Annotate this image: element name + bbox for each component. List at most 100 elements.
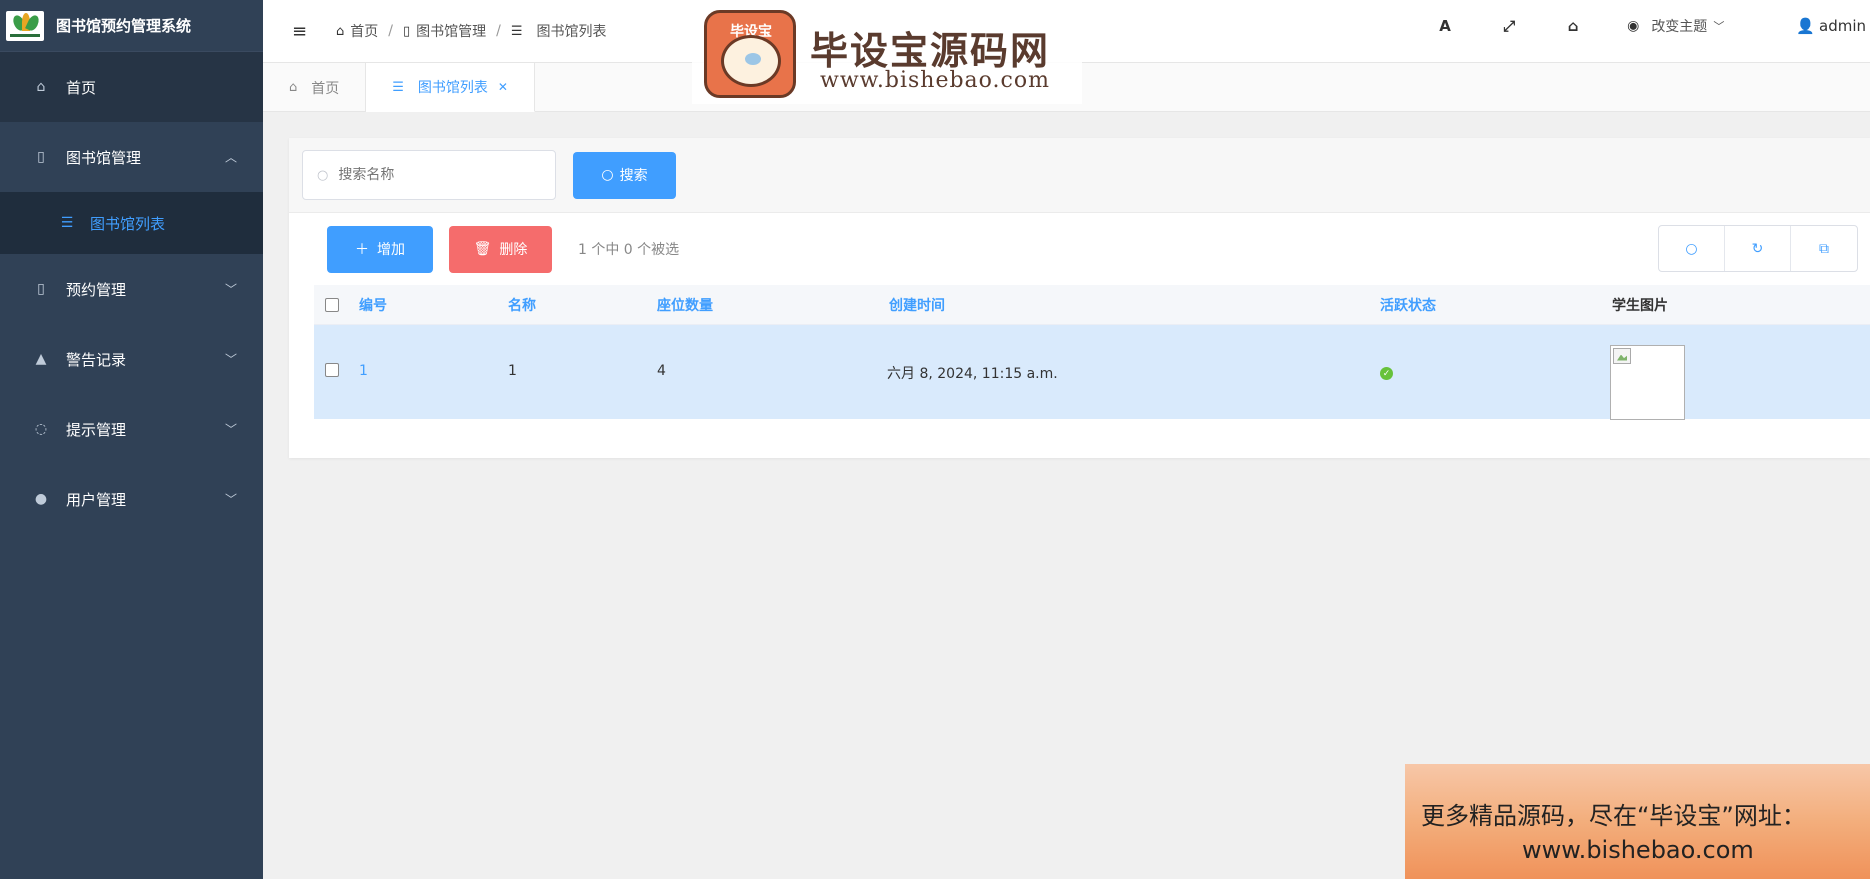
search-icon: ○: [601, 167, 614, 183]
mascot-eye: [745, 53, 761, 65]
chevron-down-icon: ﹀: [224, 492, 237, 507]
refresh-button[interactable]: ↻: [1725, 226, 1791, 271]
app-logo-area: 图书馆预约管理系统: [0, 0, 263, 52]
breadcrumb-item-library-list: 图书馆列表: [536, 24, 607, 40]
content-card: ○ ○ 搜索 ＋ 增加 🗑 删除 1 个中 0 个被选 ○ ↻ ⧉ 编号 名称 …: [289, 138, 1870, 458]
sidebar-item-home[interactable]: ⌂ 首页: [0, 52, 263, 122]
submenu-library-management: ☰ 图书馆列表: [0, 192, 263, 254]
fullscreen-icon[interactable]: ⤢: [1477, 17, 1541, 35]
app-title: 图书馆预约管理系统: [56, 17, 192, 35]
font-size-icon[interactable]: A: [1413, 17, 1477, 35]
user-icon: 👤: [1796, 17, 1815, 35]
sidebar-item-library-management[interactable]: ▯ 图书馆管理 ︿: [0, 122, 263, 192]
search-input[interactable]: [338, 167, 539, 183]
breadcrumb-separator: /: [388, 23, 393, 39]
chevron-down-icon: ﹀: [224, 422, 237, 437]
search-button[interactable]: ○ 搜索: [573, 151, 676, 199]
add-button[interactable]: ＋ 增加: [327, 225, 433, 273]
column-header-name[interactable]: 名称: [508, 295, 536, 315]
watermark-banner-line1: 更多精品源码，尽在“毕设宝”网址：: [1421, 802, 1806, 830]
sidebar: 图书馆预约管理系统 ⌂ 首页 ▯ 图书馆管理 ︿ ☰ 图书馆列表 ▯ 预约管理 …: [0, 0, 263, 879]
delete-button[interactable]: 🗑 删除: [449, 225, 552, 273]
tab-home[interactable]: ⌂ 首页: [263, 63, 367, 112]
user-settings-icon: ●: [34, 491, 48, 507]
row-name: 1: [508, 363, 517, 379]
breadcrumb-separator: /: [496, 23, 501, 39]
hamburger-menu-icon[interactable]: ≡: [292, 21, 310, 42]
search-toggle-button[interactable]: ○: [1659, 226, 1725, 271]
row-seats: 4: [657, 363, 666, 379]
tab-library-list[interactable]: ☰ 图书馆列表 ✕: [366, 63, 535, 112]
breadcrumb: ⌂ 首页 / ▯ 图书馆管理 / ☰ 图书馆列表: [336, 21, 607, 41]
palette-icon: ◉: [1627, 18, 1640, 34]
broken-image-icon: [1613, 347, 1631, 364]
watermark-logo: 毕设宝 毕设宝源码网 www.bishebao.com: [692, 6, 1082, 104]
student-image[interactable]: [1610, 344, 1685, 420]
chevron-down-icon: ﹀: [1713, 20, 1725, 33]
watermark-banner: 更多精品源码，尽在“毕设宝”网址： www.bishebao.com: [1405, 764, 1870, 879]
sidebar-item-label: 提示管理: [66, 420, 127, 439]
home-icon: ⌂: [289, 80, 298, 95]
sidebar-item-reservation-management[interactable]: ▯ 预约管理 ﹀: [0, 254, 263, 324]
sidebar-item-label: 图书馆管理: [66, 148, 142, 167]
search-field[interactable]: ○: [302, 150, 556, 200]
home-icon[interactable]: ⌂: [1541, 17, 1605, 35]
user-menu[interactable]: 👤 admin: [1796, 17, 1866, 35]
column-header-seats[interactable]: 座位数量: [657, 295, 713, 315]
table-header: 编号 名称 座位数量 创建时间 活跃状态 学生图片: [314, 285, 1870, 325]
search-bar: ○ ○ 搜索: [289, 138, 1870, 213]
sidebar-item-label: 预约管理: [66, 280, 127, 299]
refresh-icon: ↻: [1751, 240, 1764, 257]
column-header-created[interactable]: 创建时间: [889, 295, 945, 315]
export-button[interactable]: ⧉: [1791, 226, 1857, 271]
search-button-label: 搜索: [619, 168, 648, 184]
comment-icon: ◌: [34, 421, 48, 437]
sidebar-item-library-list[interactable]: ☰ 图书馆列表: [0, 192, 263, 254]
watermark-badge: 毕设宝: [704, 10, 796, 98]
search-icon: ○: [1685, 240, 1698, 257]
theme-label: 改变主题: [1651, 19, 1708, 35]
sidebar-item-label: 警告记录: [66, 350, 127, 369]
trash-icon: 🗑: [473, 241, 492, 257]
list-icon: ☰: [392, 79, 404, 95]
breadcrumb-item-library-management[interactable]: 图书馆管理: [416, 21, 486, 41]
file-icon: ▯: [402, 23, 411, 39]
sidebar-item-user-management[interactable]: ● 用户管理 ﹀: [0, 464, 263, 534]
topbar-actions: A ⤢ ⌂ ◉ 改变主题 ﹀ 👤 admin: [1413, 0, 1870, 52]
table-tools: ○ ↻ ⧉: [1658, 225, 1858, 272]
column-header-image: 学生图片: [1612, 298, 1668, 314]
list-icon: ☰: [60, 215, 74, 231]
sidebar-item-notice-management[interactable]: ◌ 提示管理 ﹀: [0, 394, 263, 464]
data-table: 编号 名称 座位数量 创建时间 活跃状态 学生图片 1 1 4 六月 8, 20…: [314, 285, 1870, 420]
sidebar-item-warning-records[interactable]: ▲ 警告记录 ﹀: [0, 324, 263, 394]
action-toolbar: ＋ 增加 🗑 删除 1 个中 0 个被选 ○ ↻ ⧉: [289, 213, 1870, 285]
row-id-link[interactable]: 1: [359, 363, 368, 379]
sidebar-item-label: 用户管理: [66, 490, 127, 509]
selection-info: 1 个中 0 个被选: [578, 242, 680, 258]
plus-icon: ＋: [355, 242, 369, 258]
sidebar-item-label: 图书馆列表: [90, 214, 166, 233]
home-icon: ⌂: [336, 23, 345, 39]
select-all-checkbox[interactable]: [325, 298, 339, 312]
row-checkbox[interactable]: [325, 363, 339, 377]
column-header-id[interactable]: 编号: [359, 295, 387, 315]
watermark-url: www.bishebao.com: [820, 68, 1050, 93]
tab-label: 图书馆列表: [417, 80, 488, 96]
file-icon: ▯: [37, 281, 45, 297]
tab-label: 首页: [311, 80, 340, 97]
list-icon: ☰: [510, 23, 523, 39]
theme-dropdown[interactable]: ◉ 改变主题 ﹀: [1627, 16, 1724, 36]
sidebar-item-label: 首页: [66, 78, 97, 97]
home-icon: ⌂: [36, 79, 46, 95]
delete-button-label: 删除: [499, 242, 528, 258]
username: admin: [1819, 17, 1866, 35]
table-row[interactable]: 1 1 4 六月 8, 2024, 11:15 a.m. ✓: [314, 325, 1870, 420]
check-circle-icon: ✓: [1380, 367, 1393, 380]
chevron-down-icon: ﹀: [224, 352, 237, 367]
column-header-active[interactable]: 活跃状态: [1380, 295, 1436, 315]
add-button-label: 增加: [377, 242, 405, 258]
breadcrumb-item-home[interactable]: 首页: [350, 21, 378, 41]
close-icon[interactable]: ✕: [498, 80, 508, 94]
warning-icon: ▲: [35, 351, 47, 367]
watermark-title: 毕设宝源码网: [810, 29, 1051, 73]
